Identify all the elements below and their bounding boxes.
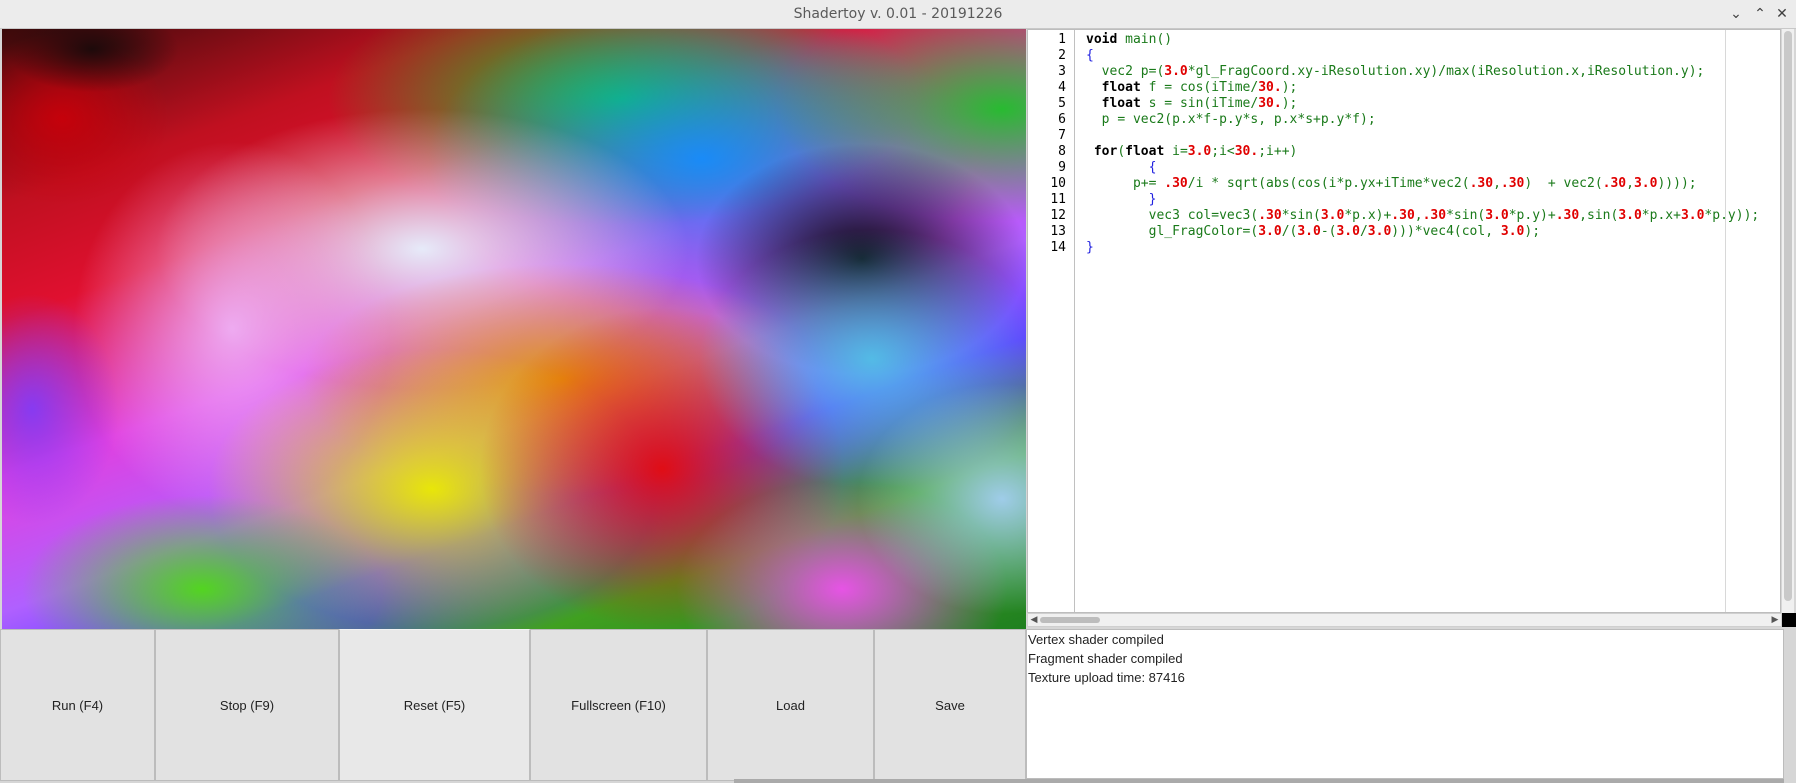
code-area[interactable]: void main(){ vec2 p=(3.0*gl_FragCoord.xy… <box>1086 30 1780 612</box>
close-button[interactable]: ✕ <box>1772 4 1792 24</box>
line-number: 5 <box>1058 96 1066 111</box>
line-number: 13 <box>1050 224 1066 239</box>
stop-button[interactable]: Stop (F9) <box>155 629 339 781</box>
code-line: gl_FragColor=(3.0/(3.0-(3.0/3.0)))*vec4(… <box>1148 224 1541 239</box>
code-line: float s = sin(iTime/30.); <box>1101 96 1298 111</box>
log-line: Fragment shader compiled <box>1028 651 1183 666</box>
line-number: 14 <box>1050 240 1066 255</box>
reset-button[interactable]: Reset (F5) <box>339 629 530 781</box>
line-number: 12 <box>1050 208 1066 223</box>
save-button[interactable]: Save <box>874 629 1026 781</box>
vertical-scroll-thumb[interactable] <box>1784 31 1792 601</box>
fullscreen-button[interactable]: Fullscreen (F10) <box>530 629 707 781</box>
chevron-up-icon: ⌃ <box>1754 6 1766 22</box>
line-number: 1 <box>1058 32 1066 47</box>
log-line: Texture upload time: 87416 <box>1028 670 1185 685</box>
run-button-label: Run (F4) <box>51 697 104 713</box>
stop-button-label: Stop (F9) <box>219 697 275 713</box>
reset-button-label: Reset (F5) <box>403 697 466 713</box>
line-number-gutter: 1 2 3 4 5 6 7 8 9 10 11 12 13 14 <box>1028 30 1075 612</box>
load-button[interactable]: Load <box>707 629 874 781</box>
line-number: 10 <box>1050 176 1066 191</box>
shader-preview-canvas[interactable] <box>2 29 1026 629</box>
code-editor[interactable]: 1 2 3 4 5 6 7 8 9 10 11 12 13 14 void main(){ vec2 p=… <box>1027 29 1781 613</box>
minimize-button[interactable]: ⌄ <box>1726 4 1746 24</box>
line-number: 11 <box>1050 192 1066 207</box>
scroll-left-icon[interactable]: ◀ <box>1028 614 1040 626</box>
edge-column-marker <box>1725 30 1726 612</box>
editor-horizontal-scrollbar[interactable]: ◀ ▶ <box>1027 613 1782 627</box>
line-number: 8 <box>1058 144 1066 159</box>
code-line: p = vec2(p.x*f-p.y*s, p.x*s+p.y*f); <box>1101 112 1376 127</box>
line-number: 3 <box>1058 64 1066 79</box>
code-line: { <box>1148 160 1157 175</box>
save-button-label: Save <box>935 697 965 713</box>
editor-vertical-scrollbar[interactable] <box>1782 29 1794 613</box>
code-line: } <box>1086 240 1094 255</box>
button-bar: Run (F4) Stop (F9) Reset (F5) Fullscreen… <box>0 629 1026 783</box>
code-line: { <box>1086 48 1094 63</box>
load-button-label: Load <box>776 697 805 713</box>
close-icon: ✕ <box>1776 6 1788 22</box>
chevron-down-icon: ⌄ <box>1730 6 1742 22</box>
window-resize-edge[interactable] <box>734 779 1784 783</box>
title-bar: Shadertoy v. 0.01 - 20191226 ⌄ ⌃ ✕ <box>0 0 1796 29</box>
scrollbar-corner <box>1782 613 1796 627</box>
code-line: vec2 p=(3.0*gl_FragCoord.xy-iResolution.… <box>1101 64 1705 79</box>
fullscreen-button-label: Fullscreen (F10) <box>571 697 666 713</box>
maximize-button[interactable]: ⌃ <box>1750 4 1770 24</box>
run-button[interactable]: Run (F4) <box>0 629 155 781</box>
log-line: Vertex shader compiled <box>1028 632 1164 647</box>
code-line: float f = cos(iTime/30.); <box>1101 80 1298 95</box>
code-line: vec3 col=vec3(.30*sin(3.0*p.x)+.30,.30*s… <box>1148 208 1760 223</box>
window-title: Shadertoy v. 0.01 - 20191226 <box>793 6 1003 22</box>
horizontal-scroll-thumb[interactable] <box>1040 617 1100 623</box>
scroll-right-icon[interactable]: ▶ <box>1769 614 1781 626</box>
code-line: } <box>1148 192 1157 207</box>
code-line: for(float i=3.0;i<30.;i++) <box>1093 144 1298 159</box>
code-line: p+= .30/i * sqrt(abs(cos(i*p.yx+iTime*ve… <box>1132 176 1697 191</box>
line-number: 4 <box>1058 80 1066 95</box>
compile-log[interactable]: Vertex shader compiled Fragment shader c… <box>1026 629 1784 779</box>
line-number: 6 <box>1058 112 1066 127</box>
code-line: void main() <box>1086 32 1173 47</box>
line-number: 2 <box>1058 48 1066 63</box>
line-number: 7 <box>1058 128 1066 143</box>
line-number: 9 <box>1058 160 1066 175</box>
